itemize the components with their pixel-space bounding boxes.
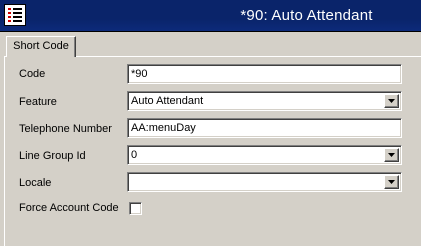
list-icon[interactable] [4, 4, 26, 26]
window-titlebar: *90: Auto Attendant [0, 0, 421, 32]
window-title: *90: Auto Attendant [240, 7, 373, 24]
tab-short-code[interactable]: Short Code [6, 36, 76, 57]
tab-short-code-label: Short Code [13, 40, 69, 52]
short-code-panel [4, 56, 421, 246]
